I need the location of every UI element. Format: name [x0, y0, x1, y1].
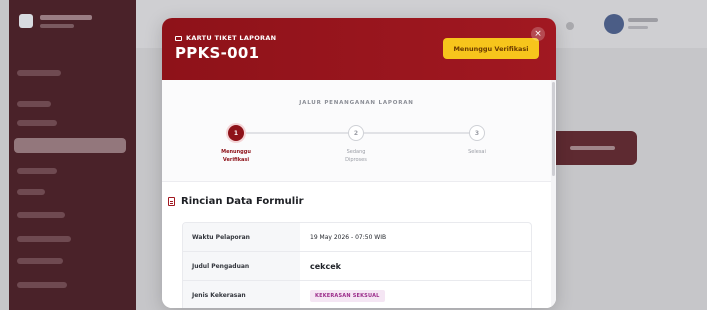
- background-menu-item: [17, 258, 63, 264]
- background-menu-item: [17, 282, 67, 288]
- ticket-modal: KARTU TIKET LAPORAN PPKS-001 Menunggu Ve…: [162, 18, 556, 308]
- step-3-label: Selesai: [447, 148, 507, 156]
- background-menu-item: [17, 212, 65, 218]
- table-row: Jenis Kekerasan KEKERASAN SEKSUAL: [183, 281, 531, 308]
- document-icon: [168, 197, 175, 206]
- background-avatar: [604, 14, 624, 34]
- detail-value-cell: KEKERASAN SEKSUAL: [300, 289, 385, 302]
- scrollbar-thumb[interactable]: [552, 82, 555, 176]
- background-menu-item: [17, 120, 57, 126]
- step-3-indicator: 3: [469, 125, 485, 141]
- background-brand-subline: [40, 24, 74, 28]
- step-2-label-line1: Sedang: [346, 149, 366, 155]
- background-user-name: [628, 18, 658, 22]
- table-row: Waktu Pelaporan 19 May 2026 - 07:50 WIB: [183, 223, 531, 252]
- detail-key: Waktu Pelaporan: [183, 223, 300, 251]
- step-1-label: Menunggu Verifikasi: [206, 148, 266, 164]
- step-3-label-line1: Selesai: [468, 149, 486, 155]
- detail-value: 19 May 2026 - 07:50 WIB: [310, 233, 387, 241]
- step-1-indicator: 1: [228, 125, 244, 141]
- detail-key: Jenis Kekerasan: [183, 281, 300, 308]
- progress-title: JALUR PENANGANAN LAPORAN: [299, 100, 414, 106]
- step-1-label-line1: Menunggu: [221, 149, 251, 155]
- detail-key: Judul Pengaduan: [183, 252, 300, 280]
- violence-type-tag: KEKERASAN SEKSUAL: [310, 289, 385, 302]
- background-bell-icon: [566, 22, 574, 30]
- modal-kicker-text: KARTU TIKET LAPORAN: [186, 34, 277, 42]
- step-2-label-line2: Diproses: [345, 157, 367, 163]
- step-2-indicator: 2: [348, 125, 364, 141]
- step-2-label: Sedang Diproses: [326, 148, 386, 164]
- background-brand-line: [40, 15, 92, 20]
- ticket-icon: [175, 35, 182, 41]
- background-user-role: [628, 26, 648, 29]
- status-badge: Menunggu Verifikasi: [443, 38, 539, 59]
- modal-kicker: KARTU TIKET LAPORAN: [175, 34, 276, 42]
- background-menu-item: [17, 189, 45, 195]
- background-menu-item: [17, 101, 51, 107]
- progress-card: JALUR PENANGANAN LAPORAN 1 2 3 Menunggu …: [162, 80, 551, 182]
- step-connector: [364, 132, 469, 134]
- modal-header: KARTU TIKET LAPORAN PPKS-001 Menunggu Ve…: [162, 18, 556, 80]
- background-action-button-label: [570, 146, 615, 150]
- modal-body: JALUR PENANGANAN LAPORAN 1 2 3 Menunggu …: [162, 80, 556, 308]
- background-menu-active: [14, 138, 126, 153]
- background-logo: [19, 14, 33, 28]
- background-menu-item: [17, 70, 61, 76]
- detail-value: cekcek: [310, 261, 341, 271]
- background-menu-item: [17, 236, 71, 242]
- background-menu-item: [17, 168, 57, 174]
- close-icon[interactable]: ×: [531, 27, 545, 41]
- ticket-id: PPKS-001: [175, 44, 260, 62]
- details-table: Waktu Pelaporan 19 May 2026 - 07:50 WIB …: [182, 222, 532, 308]
- table-row: Judul Pengaduan cekcek: [183, 252, 531, 281]
- step-1-label-line2: Verifikasi: [222, 157, 250, 163]
- details-heading-text: Rincian Data Formulir: [181, 196, 304, 207]
- details-heading: Rincian Data Formulir: [168, 196, 304, 207]
- step-connector: [244, 132, 348, 134]
